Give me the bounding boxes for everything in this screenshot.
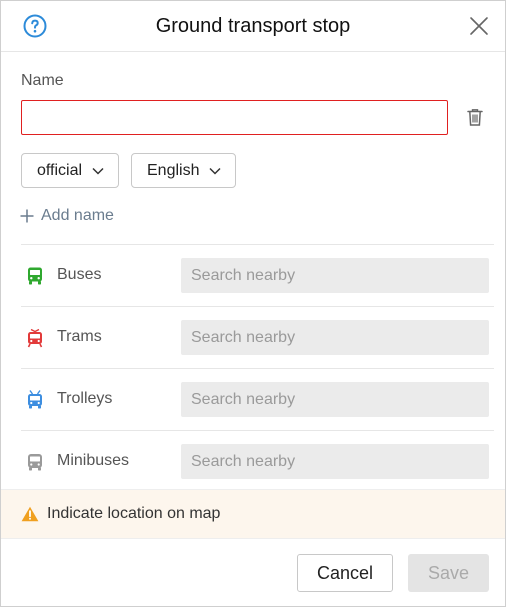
name-type-value: official bbox=[37, 161, 83, 179]
name-label: Name bbox=[21, 72, 64, 89]
name-input[interactable] bbox=[21, 100, 448, 135]
add-name-link[interactable]: Add name bbox=[19, 207, 114, 225]
bus-icon bbox=[28, 267, 42, 285]
location-warning: Indicate location on map bbox=[1, 489, 505, 539]
language-select[interactable]: English bbox=[131, 153, 236, 188]
minibuses-search-input[interactable] bbox=[181, 444, 489, 479]
warning-triangle-icon bbox=[21, 506, 39, 522]
transport-row-minibuses: Minibuses bbox=[21, 430, 494, 492]
warning-text: Indicate location on map bbox=[47, 505, 221, 522]
close-icon[interactable] bbox=[469, 16, 489, 36]
trolleybus-icon bbox=[28, 390, 42, 409]
buses-search-input[interactable] bbox=[181, 258, 489, 293]
dialog-header: Ground transport stop bbox=[1, 1, 505, 52]
name-type-select[interactable]: official bbox=[21, 153, 119, 188]
transport-row-trolleys: Trolleys bbox=[21, 368, 494, 430]
transport-label: Trams bbox=[57, 328, 102, 345]
chevron-down-icon bbox=[209, 167, 222, 175]
add-name-label: Add name bbox=[41, 207, 114, 224]
save-button[interactable]: Save bbox=[408, 554, 489, 592]
minibus-icon bbox=[28, 454, 42, 471]
trolleys-search-input[interactable] bbox=[181, 382, 489, 417]
transport-list: Buses Trams bbox=[21, 244, 494, 492]
cancel-button[interactable]: Cancel bbox=[297, 554, 393, 592]
transport-label: Buses bbox=[57, 266, 102, 283]
transport-label: Minibuses bbox=[57, 452, 130, 469]
transport-label: Trolleys bbox=[57, 390, 113, 407]
plus-icon bbox=[20, 209, 34, 223]
dialog-title: Ground transport stop bbox=[155, 15, 351, 37]
tram-icon bbox=[27, 328, 43, 348]
transport-row-buses: Buses bbox=[21, 244, 494, 306]
language-value: English bbox=[147, 161, 200, 179]
trams-search-input[interactable] bbox=[181, 320, 489, 355]
chevron-down-icon bbox=[92, 167, 104, 175]
transport-row-trams: Trams bbox=[21, 306, 494, 368]
ground-transport-stop-dialog: Ground transport stop Name official Engl… bbox=[0, 0, 506, 607]
trash-icon[interactable] bbox=[465, 107, 485, 127]
